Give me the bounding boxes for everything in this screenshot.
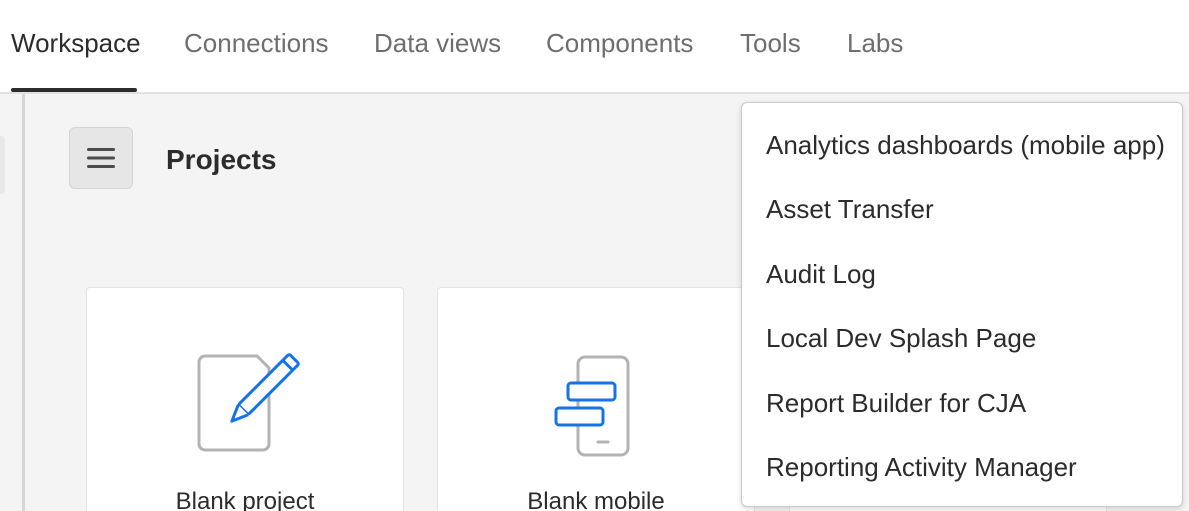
active-tab-indicator xyxy=(11,88,137,92)
tab-workspace[interactable]: Workspace xyxy=(11,28,141,59)
blank-mobile-icon xyxy=(554,355,630,457)
tab-connections[interactable]: Connections xyxy=(184,28,329,59)
menu-item-analytics-dashboards[interactable]: Analytics dashboards (mobile app) xyxy=(766,130,1165,161)
app-root: Workspace Connections Data views Compone… xyxy=(0,0,1189,511)
top-navigation: Workspace Connections Data views Compone… xyxy=(0,0,1189,94)
card-label: Blank mobile xyxy=(527,488,665,511)
tab-data-views[interactable]: Data views xyxy=(374,28,501,59)
menu-item-report-builder[interactable]: Report Builder for CJA xyxy=(766,388,1026,419)
tab-labs[interactable]: Labs xyxy=(847,28,903,59)
hamburger-menu-button[interactable] xyxy=(69,127,133,189)
blank-project-card[interactable]: Blank project xyxy=(86,287,404,511)
left-rail-divider xyxy=(22,94,25,511)
menu-item-reporting-activity-manager[interactable]: Reporting Activity Manager xyxy=(766,452,1077,483)
hamburger-menu-icon xyxy=(87,148,115,168)
blank-project-icon xyxy=(197,353,300,452)
tab-tools[interactable]: Tools xyxy=(740,28,801,59)
tools-dropdown-menu: Analytics dashboards (mobile app) Asset … xyxy=(741,102,1183,507)
menu-item-local-dev-splash-page[interactable]: Local Dev Splash Page xyxy=(766,323,1036,354)
card-label: Blank project xyxy=(175,488,315,511)
menu-item-audit-log[interactable]: Audit Log xyxy=(766,259,876,290)
page-title: Projects xyxy=(166,144,277,175)
menu-item-asset-transfer[interactable]: Asset Transfer xyxy=(766,194,934,225)
blank-mobile-card[interactable]: Blank mobile xyxy=(437,287,755,511)
tab-components[interactable]: Components xyxy=(546,28,693,59)
left-rail-handle[interactable] xyxy=(0,136,5,194)
